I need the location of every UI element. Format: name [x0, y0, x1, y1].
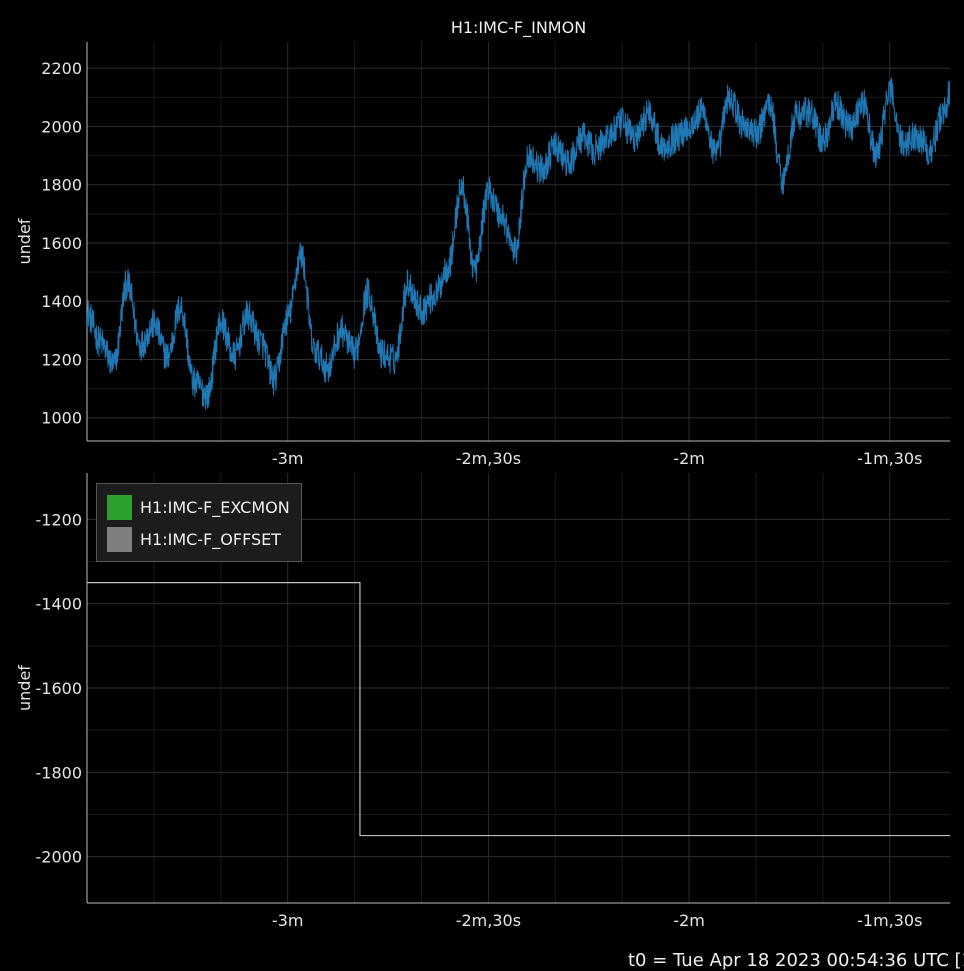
y-tick-label: 1000 [41, 409, 82, 428]
y-axis-label: undef [15, 218, 34, 264]
legend-label-excmon: H1:IMC-F_EXCMON [140, 497, 290, 517]
x-tick-label: -2m,30s [456, 911, 521, 930]
series-line-h1-imc-f-offset [87, 582, 950, 837]
x-tick-label: -2m [673, 911, 705, 930]
y-tick-label: -1400 [36, 595, 83, 614]
legend: H1:IMC-F_EXCMON H1:IMC-F_OFFSET [96, 483, 302, 562]
x-tick-label: -1m,30s [857, 449, 922, 468]
y-tick-label: 1800 [41, 176, 82, 195]
y-tick-label: -2000 [36, 848, 83, 867]
chart-title: H1:IMC-F_INMON [451, 18, 586, 38]
y-tick-label: 2000 [41, 117, 82, 136]
x-tick-label: -1m,30s [857, 911, 922, 930]
y-tick-label: 1600 [41, 234, 82, 253]
inmon-plot: 1000 1200 1400 1600 1800 2000 2200 -3m -2m,30s -2… [15, 18, 950, 468]
time-origin-label: t0 = Tue Apr 18 2023 00:54:36 UTC [1 [628, 950, 964, 971]
legend-item-excmon: H1:IMC-F_EXCMON [107, 494, 290, 520]
y-tick-label: 1400 [41, 292, 82, 311]
legend-label-offset: H1:IMC-F_OFFSET [140, 529, 282, 549]
x-tick-label: -3m [272, 449, 304, 468]
y-tick-label: 1200 [41, 350, 82, 369]
legend-item-offset: H1:IMC-F_OFFSET [107, 526, 281, 552]
x-tick-label: -2m [673, 449, 705, 468]
y-axis-label: undef [15, 665, 34, 711]
y-tick-label: -1200 [36, 510, 83, 529]
y-tick-label: -1600 [36, 679, 83, 698]
y-tick-label: 2200 [41, 59, 82, 78]
legend-swatch-excmon [107, 494, 132, 520]
legend-swatch-offset [107, 526, 132, 552]
x-tick-label: -3m [272, 911, 304, 930]
x-tick-label: -2m,30s [456, 449, 521, 468]
y-tick-label: -1800 [36, 763, 83, 782]
